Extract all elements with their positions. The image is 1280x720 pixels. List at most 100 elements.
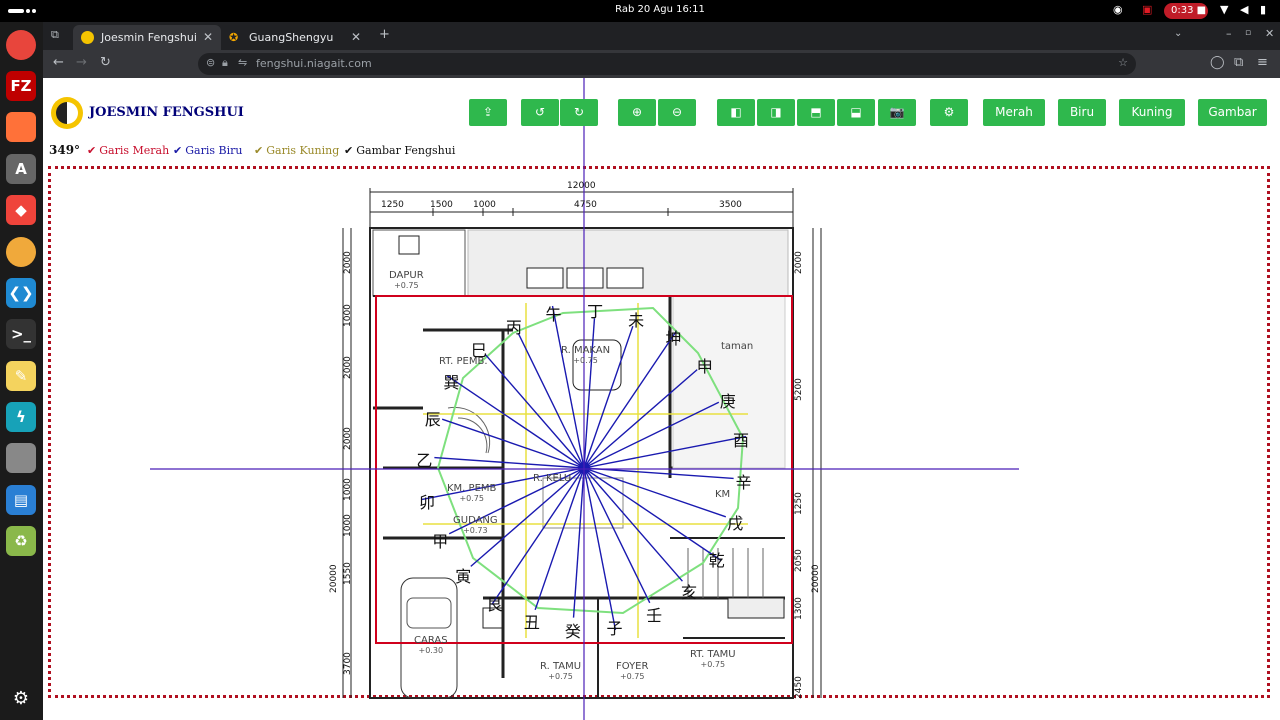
- volume-icon[interactable]: ◀: [1240, 3, 1248, 16]
- room-label: KM: [715, 489, 731, 500]
- settings-icon[interactable]: ⚙: [930, 99, 968, 126]
- battery-icon[interactable]: ▮: [1260, 3, 1266, 16]
- compass-ray: [572, 467, 585, 618]
- reload-icon[interactable]: ↻: [100, 55, 111, 70]
- filezilla-icon[interactable]: FZ: [6, 71, 36, 101]
- tab-search-icon[interactable]: ⧉: [51, 28, 59, 42]
- dimension-label: 4750: [574, 200, 597, 210]
- close-tab-icon[interactable]: ✕: [203, 30, 213, 44]
- back-icon[interactable]: ←: [53, 55, 64, 70]
- move-right-icon[interactable]: ◨: [757, 99, 795, 126]
- tab-list-chevron-down-icon[interactable]: ⌄: [1174, 28, 1182, 39]
- dimension-label: 2000: [794, 251, 804, 274]
- minimize-icon[interactable]: –: [1226, 27, 1232, 40]
- compass-ray: [583, 467, 617, 631]
- tab-label: GuangShengyu: [249, 31, 334, 44]
- new-tab-icon[interactable]: +: [379, 27, 390, 42]
- rotate-left-icon[interactable]: ↺: [521, 99, 559, 126]
- chrome-canary-icon[interactable]: [6, 237, 36, 267]
- site-info-icon[interactable]: ⊜: [206, 56, 215, 69]
- room-label: RT. TAMU +0.75: [690, 649, 736, 669]
- compass-label: 庚: [719, 391, 736, 411]
- rotate-right-icon[interactable]: ↻: [560, 99, 598, 126]
- compass-label: 乾: [708, 551, 725, 571]
- show-apps-icon[interactable]: ⚙: [6, 684, 36, 714]
- fengshui-app-page: JOESMIN FENGSHUI 349° ✔ Garis Merah ✔ Gari…: [43, 78, 1280, 720]
- terminal-icon[interactable]: >_: [6, 319, 36, 349]
- compass-label: 巳: [471, 341, 488, 361]
- bookmark-star-icon[interactable]: ☆: [1118, 56, 1128, 69]
- room-label: taman: [721, 341, 754, 352]
- url-omnibox[interactable]: ⊜ 🔒︎ ⇋ fengshui.niagait.com ☆: [198, 53, 1136, 75]
- screen-share-icon[interactable]: ▣: [1142, 3, 1152, 16]
- dimension-label: 1000: [343, 478, 353, 501]
- compass-label: 坤: [665, 329, 682, 349]
- compass-ray: [583, 467, 651, 604]
- maximize-icon[interactable]: ▫: [1245, 28, 1251, 38]
- anydesk-icon[interactable]: ◆: [6, 195, 36, 225]
- dimension-label: 3700: [343, 652, 353, 675]
- tab-label: Joesmin Fengshui: [101, 31, 197, 44]
- dimension-label: 1300: [794, 597, 804, 620]
- chrome-icon[interactable]: [6, 30, 36, 60]
- compass-label: 申: [696, 357, 713, 377]
- close-window-icon[interactable]: ✕: [1265, 27, 1274, 40]
- dimension-label: 2450: [794, 676, 804, 699]
- dimension-label: 12000: [567, 181, 596, 191]
- profile-icon[interactable]: ◯: [1210, 55, 1225, 70]
- menu-icon[interactable]: ≡: [1257, 55, 1268, 70]
- camera-icon[interactable]: 📷: [878, 99, 916, 126]
- compass-ray: [551, 305, 585, 469]
- close-tab-icon[interactable]: ✕: [351, 30, 361, 44]
- forward-icon[interactable]: →: [76, 55, 87, 70]
- dimension-label: 2050: [794, 549, 804, 572]
- compass-label: 子: [606, 619, 623, 639]
- compass-label: 甲: [432, 532, 449, 552]
- clock[interactable]: Rab 20 Agu 16:11: [0, 4, 1280, 15]
- zoom-out-icon[interactable]: ⊖: [658, 99, 696, 126]
- zoom-in-icon[interactable]: ⊕: [618, 99, 656, 126]
- room-label: DAPUR +0.75: [389, 270, 424, 290]
- tab-guangshengyu[interactable]: ✪ GuangShengyu ✕: [221, 25, 369, 50]
- system-top-bar: Rab 20 Agu 16:11 ◉ ▣ 0:33 ■ ▼ ◀ ▮: [0, 0, 1280, 22]
- dimension-label: 20000: [329, 564, 339, 593]
- recording-indicator[interactable]: 0:33 ■: [1164, 3, 1208, 19]
- compass-label: 未: [628, 310, 645, 330]
- text-editor-icon[interactable]: ✎: [6, 361, 36, 391]
- biru-button[interactable]: Biru: [1058, 99, 1106, 126]
- move-down-icon[interactable]: ⬓: [837, 99, 875, 126]
- software-icon[interactable]: A: [6, 154, 36, 184]
- files-icon[interactable]: [6, 443, 36, 473]
- compass-label: 戌: [727, 514, 744, 534]
- room-label: GUDANG +0.73: [453, 515, 498, 535]
- merah-button[interactable]: Merah: [983, 99, 1045, 126]
- compass-ray: [434, 456, 585, 469]
- move-up-icon[interactable]: ⬒: [797, 99, 835, 126]
- tab-joesmin-fengshui[interactable]: Joesmin Fengshui ✕: [73, 25, 221, 50]
- dimension-label: 5200: [794, 378, 804, 401]
- url-text: fengshui.niagait.com: [256, 57, 372, 70]
- compass-label: 壬: [646, 605, 663, 625]
- connection-icon: ⇋: [238, 56, 248, 69]
- firefox-icon[interactable]: [6, 112, 36, 142]
- compass-label: 酉: [733, 431, 750, 451]
- compass-ray: [583, 318, 596, 469]
- bolt-app-icon[interactable]: ϟ: [6, 402, 36, 432]
- room-label: R. KELU: [533, 473, 572, 484]
- dimension-label: 1000: [473, 200, 496, 210]
- wifi-icon[interactable]: ▼: [1220, 3, 1228, 16]
- vscode-icon[interactable]: ❮❯: [6, 278, 36, 308]
- kuning-button[interactable]: Kuning: [1119, 99, 1185, 126]
- dimension-label: 1000: [343, 514, 353, 537]
- writer-icon[interactable]: ▤: [6, 485, 36, 515]
- dimension-label: 1250: [794, 492, 804, 515]
- compass-label: 丑: [523, 613, 540, 633]
- compass-label: 辛: [735, 473, 752, 493]
- gambar-button[interactable]: Gambar: [1198, 99, 1267, 126]
- upload-icon[interactable]: ⇪: [469, 99, 507, 126]
- chrome-tray-icon[interactable]: ◉: [1113, 3, 1123, 16]
- extensions-icon[interactable]: ⧉: [1234, 55, 1243, 70]
- room-label: FOYER +0.75: [616, 661, 649, 681]
- move-left-icon[interactable]: ◧: [717, 99, 755, 126]
- trash-icon[interactable]: ♻: [6, 526, 36, 556]
